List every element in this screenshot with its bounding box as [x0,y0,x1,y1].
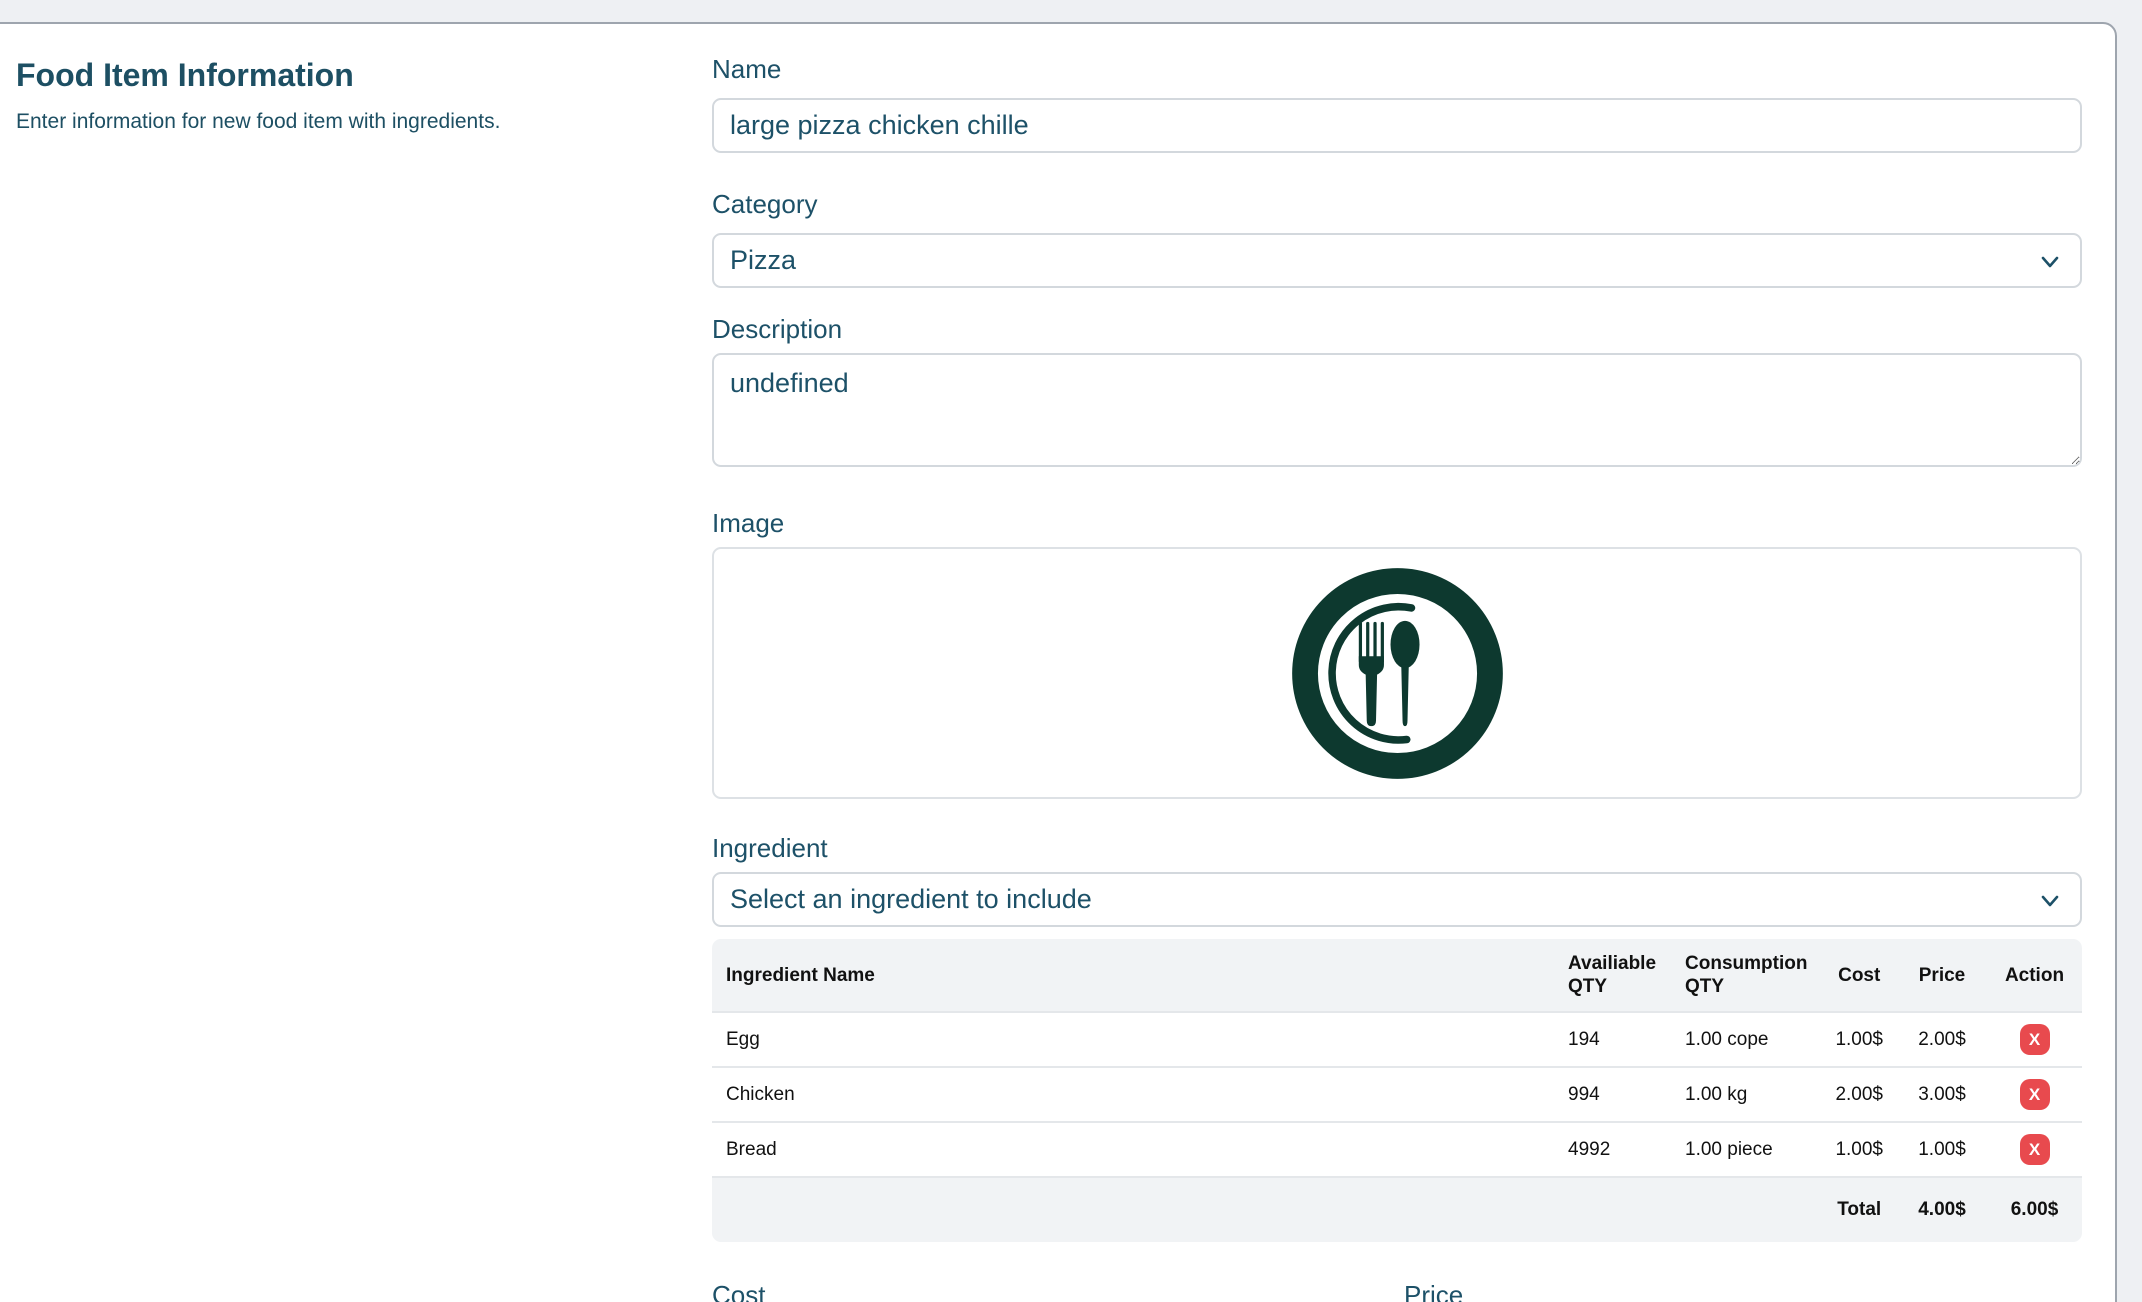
consumption-qty-cell: 1.00 kg [1671,1066,1821,1121]
plate-fork-spoon-icon [1290,566,1505,781]
remove-ingredient-button[interactable]: X [2020,1079,2050,1110]
cost-label: Cost [712,1280,1390,1302]
col-header-action: Action [1987,939,2082,1011]
food-item-form: Name Category Pizza Description Image [699,24,2115,1302]
consumption-qty-cell: 1.00 cope [1671,1011,1821,1066]
description-textarea[interactable] [712,353,2082,467]
name-label: Name [712,54,2082,85]
col-header-cost: Cost [1821,939,1897,1011]
table-row: Egg 194 1.00 cope 1.00$ 2.00$ X [712,1011,2082,1066]
category-selected-value: Pizza [730,245,796,275]
description-label: Description [712,314,2082,345]
food-item-card: Food Item Information Enter information … [0,22,2117,1302]
remove-ingredient-button[interactable]: X [2020,1134,2050,1165]
table-row: Chicken 994 1.00 kg 2.00$ 3.00$ X [712,1066,2082,1121]
remove-ingredient-button[interactable]: X [2020,1024,2050,1055]
price-cell: 1.00$ [1897,1121,1987,1176]
ingredient-name-cell: Chicken [712,1066,1554,1121]
ingredient-select-placeholder: Select an ingredient to include [730,884,1092,914]
total-cost-value: 4.00$ [1897,1176,1987,1242]
name-input[interactable] [712,98,2082,153]
category-label: Category [712,189,2082,220]
image-preview-box [712,547,2082,799]
page-subtitle: Enter information for new food item with… [16,110,679,134]
ingredient-name-cell: Egg [712,1011,1554,1066]
cost-cell: 1.00$ [1821,1011,1897,1066]
price-cell: 2.00$ [1897,1011,1987,1066]
col-header-available-qty: Availiable QTY [1554,939,1671,1011]
ingredient-select[interactable]: Select an ingredient to include [712,872,2082,927]
category-select[interactable]: Pizza [712,233,2082,288]
col-header-ingredient-name: Ingredient Name [712,939,1554,1011]
available-qty-cell: 194 [1554,1011,1671,1066]
info-panel: Food Item Information Enter information … [0,24,699,1302]
ingredients-table: Ingredient Name Availiable QTY Consumpti… [712,939,2082,1242]
table-header-row: Ingredient Name Availiable QTY Consumpti… [712,939,2082,1011]
available-qty-cell: 994 [1554,1066,1671,1121]
consumption-qty-cell: 1.00 piece [1671,1121,1821,1176]
ingredient-name-cell: Bread [712,1121,1554,1176]
table-total-row: Total 4.00$ 6.00$ [712,1176,2082,1242]
cost-cell: 2.00$ [1821,1066,1897,1121]
cost-cell: 1.00$ [1821,1121,1897,1176]
ingredient-label: Ingredient [712,833,2082,864]
total-price-value: 6.00$ [1987,1176,2082,1242]
col-header-price: Price [1897,939,1987,1011]
available-qty-cell: 4992 [1554,1121,1671,1176]
price-cell: 3.00$ [1897,1066,1987,1121]
cost-field-group: Cost [712,1280,1390,1302]
chevron-down-icon [2036,248,2064,276]
page-title: Food Item Information [16,57,679,94]
total-label: Total [1821,1176,1897,1242]
image-label: Image [712,508,2082,539]
table-row: Bread 4992 1.00 piece 1.00$ 1.00$ X [712,1121,2082,1176]
chevron-down-icon [2036,887,2064,915]
price-field-group: Price [1404,1280,2082,1302]
page: Food Item Information Enter information … [0,0,2142,1302]
col-header-consumption-qty: Consumption QTY [1671,939,1821,1011]
price-label: Price [1404,1280,2082,1302]
